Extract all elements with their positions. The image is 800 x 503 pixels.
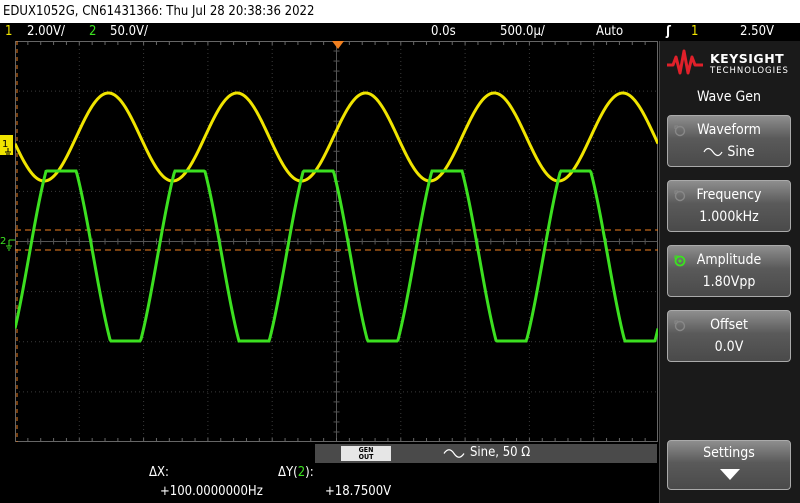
offset-softkey[interactable]: Offset 0.0V [667,310,791,362]
softkey-value: 0.0V [714,339,744,355]
waveform-softkey[interactable]: Waveform Sine [667,115,791,167]
delta-y-label: ΔY(2): [278,465,314,480]
softkey-label: Waveform [697,122,761,138]
delta-y-value: +18.7500V [325,484,392,499]
brand-sub: TECHNOLOGIES [710,66,789,76]
settings-softkey[interactable]: Settings [667,440,791,490]
softkey-value: 1.80Vpp [702,274,756,290]
title-bar: EDUX1052G, CN61431366: Thu Jul 28 20:38:… [0,0,800,23]
brand-name: KEYSIGHT [710,51,785,66]
sine-icon [443,449,465,458]
ch2-scale[interactable]: 50.0V/ [110,23,148,41]
softkey-label: Offset [710,317,748,333]
brand-logo: KEYSIGHT TECHNOLOGIES [665,47,795,81]
softkey-label: Frequency [696,187,762,203]
trigger-mode[interactable]: Auto [596,23,623,41]
frequency-softkey[interactable]: Frequency 1.000kHz [667,180,791,232]
gen-out-bottom: OUT [358,453,374,461]
status-bar: 1 2.00V/ 2 50.0V/ 0.0s 500.0µ/ Auto ʃ 1 … [0,23,800,41]
waveform-display[interactable] [15,41,658,442]
chevron-down-icon [720,469,740,480]
ch2-ground-marker[interactable]: 2 [0,234,15,252]
trigger-source: 1 [691,24,699,39]
ch1-marker-label: 1 [2,139,8,150]
trigger-edge-icon: ʃ [666,24,671,39]
trigger-position-marker[interactable] [332,41,344,49]
softkey-label: Amplitude [696,252,762,268]
panel-title: Wave Gen [697,89,761,105]
waveform-value: Sine [727,144,755,160]
softkey-value: 1.000kHz [699,209,759,225]
delta-x-label: ΔX: [149,465,169,480]
softkey-value: Sine [668,144,790,160]
ch1-number: 1 [5,24,13,39]
trigger-level[interactable]: 2.50V [740,23,774,41]
ch2-marker-label: 2 [0,236,6,247]
measurement-bar: ΔX: +100.0000000Hz ΔY(2): +18.7500V [0,464,659,503]
sine-icon [703,147,723,157]
delta-y-suffix: ): [305,465,314,480]
wavegen-status-bar: GEN OUT Sine, 50 Ω [315,444,657,463]
delta-y-prefix: ΔY( [278,465,298,480]
delta-x-value: +100.0000000Hz [160,484,263,499]
gen-out-badge: GEN OUT [341,446,391,461]
wavegen-summary: Sine, 50 Ω [470,445,531,460]
ch1-scale[interactable]: 2.00V/ [27,23,65,41]
ch2-number: 2 [89,24,97,39]
ch1-ground-marker[interactable]: 1 [0,133,15,157]
time-delay[interactable]: 0.0s [431,23,456,41]
amplitude-softkey[interactable]: Amplitude 1.80Vpp [667,245,791,297]
waveform-svg [15,41,658,442]
settings-label: Settings [703,445,755,461]
time-scale[interactable]: 500.0µ/ [500,23,545,41]
keysight-wave-icon [667,49,703,75]
